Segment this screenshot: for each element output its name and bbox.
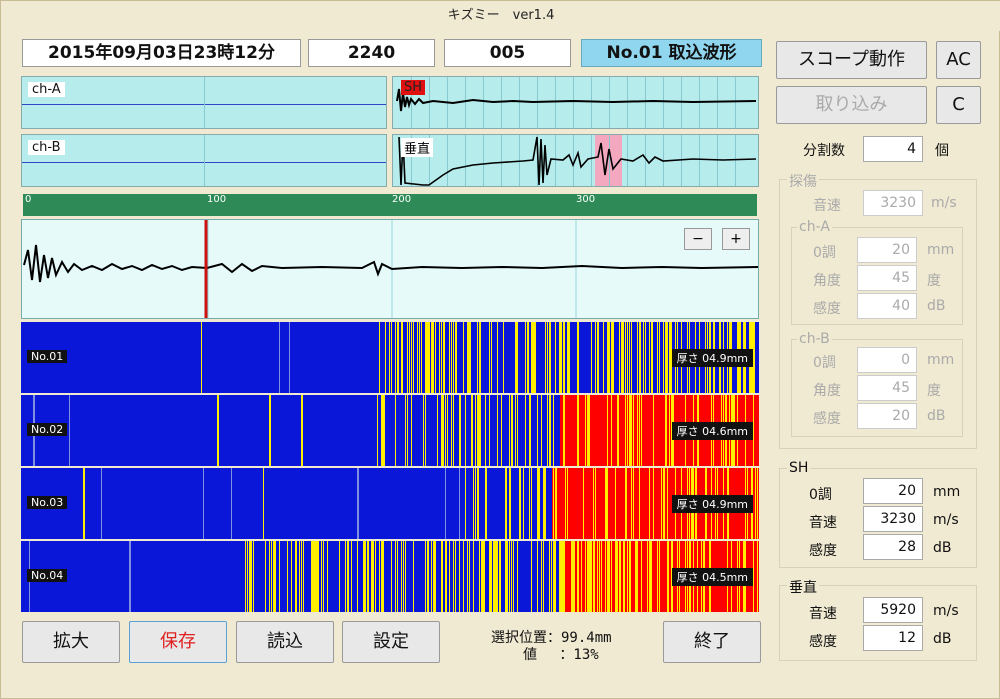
window-title: キズミー ver1.4: [1, 1, 1000, 31]
value2-display: 005: [444, 39, 571, 67]
ruler-tick-100: 100: [207, 194, 227, 205]
strip-no03-pattern: [83, 468, 759, 539]
sh-sens-unit: dB: [933, 540, 952, 556]
flaw-ch-b-angle-unit: 度: [927, 383, 941, 399]
ch-a-scope-left: ch-A: [21, 76, 387, 129]
flaw-ch-b-zero-unit: mm: [927, 352, 955, 368]
datetime-display: 2015年09月03日23時12分: [22, 39, 301, 67]
flaw-ch-a-angle-label: 角度: [813, 273, 841, 289]
sh-sens-field[interactable]: 28: [863, 534, 923, 560]
sh-speed-field[interactable]: 3230: [863, 506, 923, 532]
flaw-ch-a-zero-field[interactable]: 20: [857, 237, 917, 263]
ruler-tick-0: 0: [25, 194, 32, 205]
vertical-sens-unit: dB: [933, 631, 952, 647]
vertical-speed-label: 音速: [809, 606, 837, 622]
flaw-ch-a-zero-label: 0調: [813, 245, 836, 261]
selected-value: 値 ：13%: [523, 647, 599, 663]
strip-no02[interactable]: No.02 厚さ 04.6mm: [21, 395, 759, 466]
ch-b-scope-right: 垂直: [392, 134, 759, 187]
divisions-label: 分割数: [803, 143, 845, 159]
save-button[interactable]: 保存: [129, 621, 227, 663]
ch-b-waveform: [398, 136, 757, 186]
sh-tag: SH: [401, 80, 426, 95]
ruler-tick-200: 200: [392, 194, 412, 205]
sh-title: SH: [787, 460, 811, 476]
flaw-ch-a-angle-field[interactable]: 45: [857, 265, 917, 291]
strip-no04-label: No.04: [27, 569, 68, 582]
sh-speed-unit: m/s: [933, 512, 959, 528]
ch-b-scope-left: ch-B: [21, 134, 387, 187]
load-button[interactable]: 読込: [236, 621, 334, 663]
exit-button[interactable]: 終了: [663, 621, 761, 663]
ch-b-label: ch-B: [28, 140, 65, 155]
flaw-speed-unit: m/s: [931, 195, 957, 211]
ch-a-scope-right: SH: [392, 76, 759, 129]
strip-no03-label: No.03: [27, 496, 68, 509]
sh-zero-unit: mm: [933, 484, 961, 500]
flaw-speed-field[interactable]: 3230: [863, 190, 923, 216]
ac-button[interactable]: AC: [936, 41, 981, 79]
divisions-field[interactable]: 4: [863, 136, 923, 162]
zoom-out-button[interactable]: −: [684, 228, 712, 250]
scope-operation-button[interactable]: スコープ動作: [776, 41, 927, 79]
sh-zero-field[interactable]: 20: [863, 478, 923, 504]
flaw-ch-b-angle-field[interactable]: 45: [857, 375, 917, 401]
position-ruler[interactable]: 0 100 200 300: [23, 194, 757, 216]
sh-speed-label: 音速: [809, 515, 837, 531]
flaw-ch-a-angle-unit: 度: [927, 273, 941, 289]
ch-a-label: ch-A: [28, 82, 65, 97]
vertical-sens-label: 感度: [809, 634, 837, 650]
strip-no03[interactable]: No.03 厚さ 04.9mm: [21, 468, 759, 539]
strip-no01-thickness: 厚さ 04.9mm: [671, 349, 753, 367]
flaw-ch-b-sens-label: 感度: [813, 411, 841, 427]
value1-display: 2240: [308, 39, 435, 67]
flaw-ch-b-sens-field[interactable]: 20: [857, 403, 917, 429]
ch-a-waveform: [396, 88, 757, 112]
main-waveform-panel[interactable]: − +: [21, 219, 759, 319]
flaw-ch-b-title: ch-B: [797, 331, 832, 347]
flaw-ch-a-sens-field[interactable]: 40: [857, 293, 917, 319]
flaw-speed-label: 音速: [813, 198, 841, 214]
vertical-title: 垂直: [787, 577, 819, 597]
ruler-tick-300: 300: [576, 194, 596, 205]
vertical-tag: 垂直: [401, 138, 434, 157]
flaw-ch-a-sens-unit: dB: [927, 298, 946, 314]
strip-no04-thickness: 厚さ 04.5mm: [671, 568, 753, 586]
zoom-in-button[interactable]: +: [722, 228, 750, 250]
flaw-ch-b-zero-label: 0調: [813, 355, 836, 371]
flaw-title: 探傷: [787, 171, 819, 191]
c-button[interactable]: C: [936, 86, 981, 124]
flaw-ch-b-sens-unit: dB: [927, 408, 946, 424]
strip-no02-pattern: [33, 395, 759, 466]
strip-no04[interactable]: No.04 厚さ 04.5mm: [21, 541, 759, 612]
flaw-ch-a-sens-label: 感度: [813, 301, 841, 317]
sh-sens-label: 感度: [809, 543, 837, 559]
strip-no03-thickness: 厚さ 04.9mm: [671, 495, 753, 513]
strip-no02-label: No.02: [27, 423, 68, 436]
vertical-speed-field[interactable]: 5920: [863, 597, 923, 623]
settings-button[interactable]: 設定: [342, 621, 440, 663]
strip-no01-pattern: [201, 322, 755, 393]
expand-button[interactable]: 拡大: [22, 621, 120, 663]
flaw-ch-a-title: ch-A: [797, 219, 832, 235]
strip-no01[interactable]: No.01 厚さ 04.9mm: [21, 322, 759, 393]
divisions-unit: 個: [935, 143, 949, 159]
strip-no04-pattern: [29, 541, 759, 612]
flaw-ch-b-zero-field[interactable]: 0: [857, 347, 917, 373]
sh-zero-label: 0調: [809, 487, 832, 503]
strip-no02-thickness: 厚さ 04.6mm: [671, 422, 753, 440]
strip-no01-label: No.01: [27, 350, 68, 363]
capture-button[interactable]: 取り込み: [776, 86, 927, 124]
vertical-speed-unit: m/s: [933, 603, 959, 619]
vertical-sens-field[interactable]: 12: [863, 625, 923, 651]
app-window: キズミー ver1.4 2015年09月03日23時12分 2240 005 N…: [0, 0, 1000, 699]
mode-display: No.01 取込波形: [581, 39, 762, 67]
flaw-ch-a-zero-unit: mm: [927, 242, 955, 258]
flaw-ch-b-angle-label: 角度: [813, 383, 841, 399]
main-waveform: [23, 220, 758, 318]
